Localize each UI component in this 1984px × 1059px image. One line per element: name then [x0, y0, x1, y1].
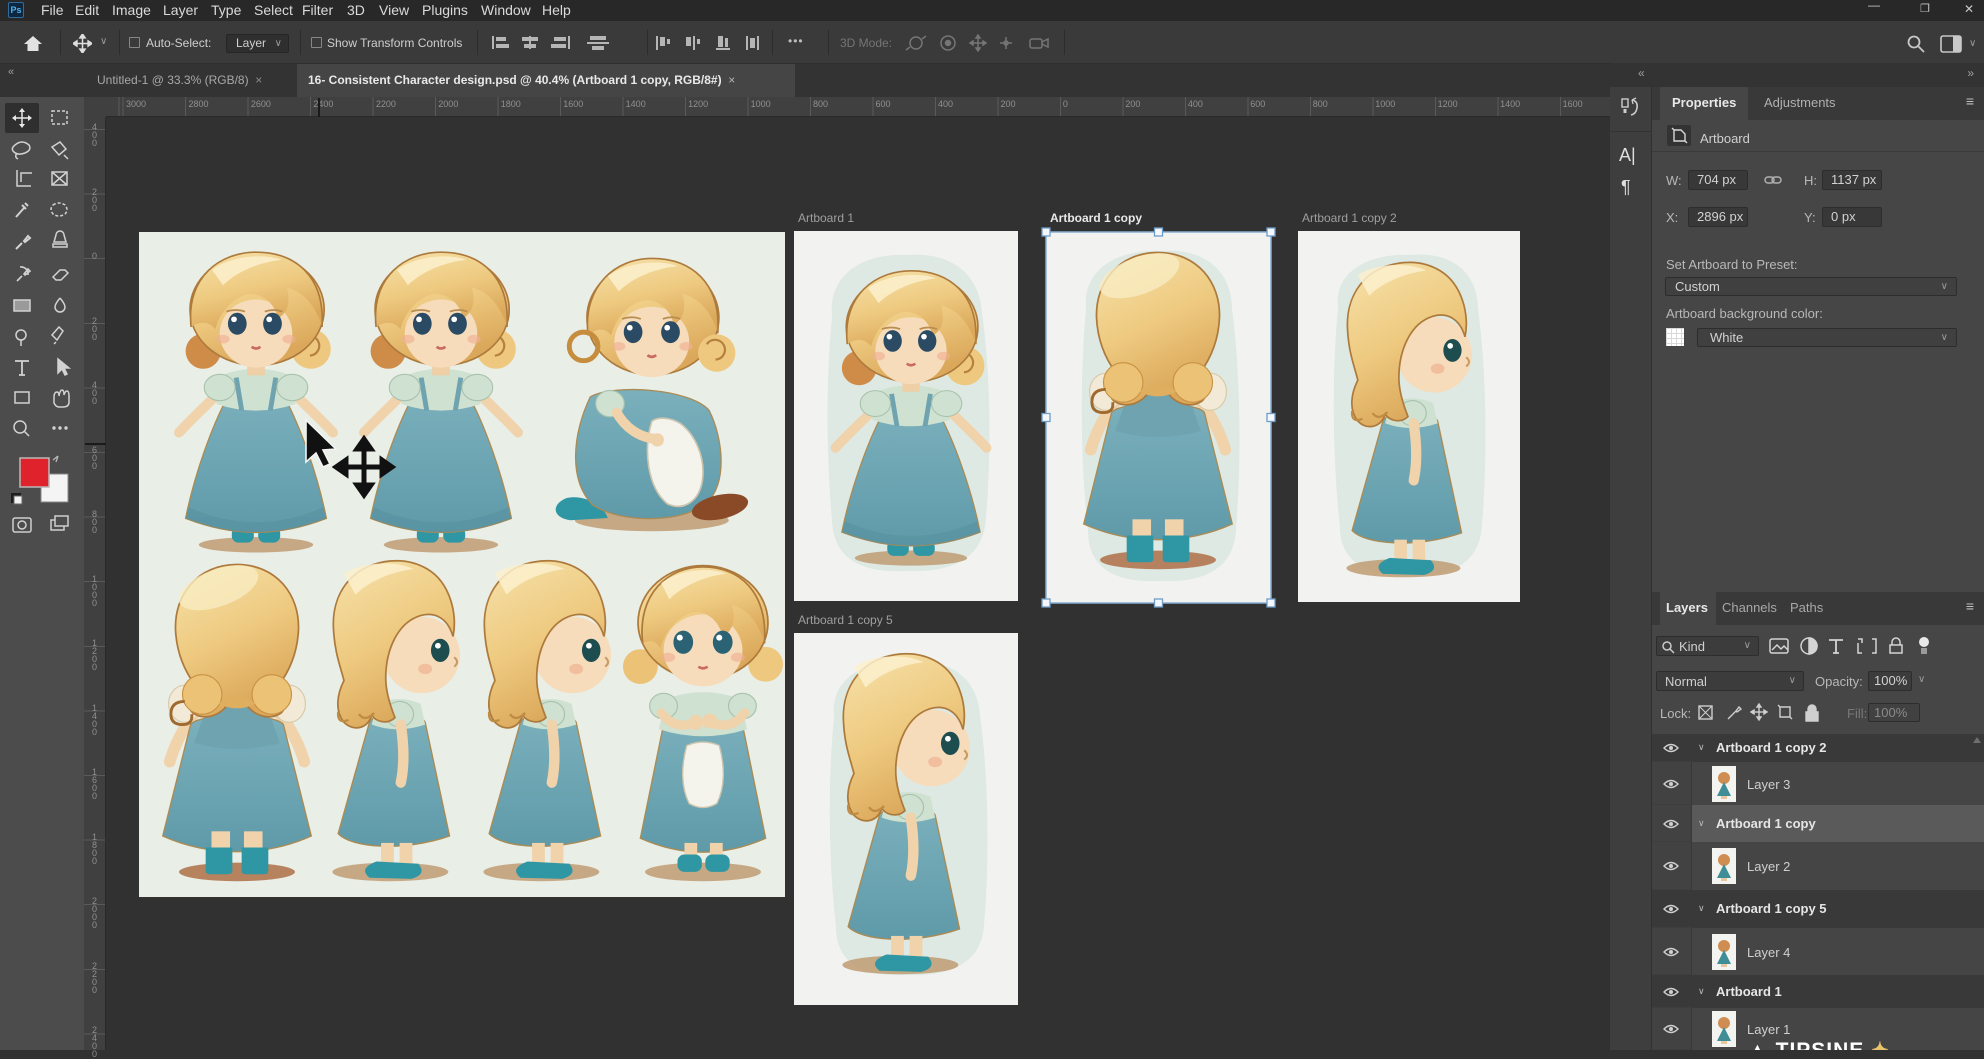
- svg-text:Artboard 1 copy 5: Artboard 1 copy 5: [798, 613, 893, 627]
- svg-text:Artboard 1 copy 2: Artboard 1 copy 2: [1302, 211, 1397, 225]
- svg-text:Artboard 1: Artboard 1: [798, 211, 854, 225]
- svg-text:Artboard 1 copy: Artboard 1 copy: [1050, 211, 1142, 225]
